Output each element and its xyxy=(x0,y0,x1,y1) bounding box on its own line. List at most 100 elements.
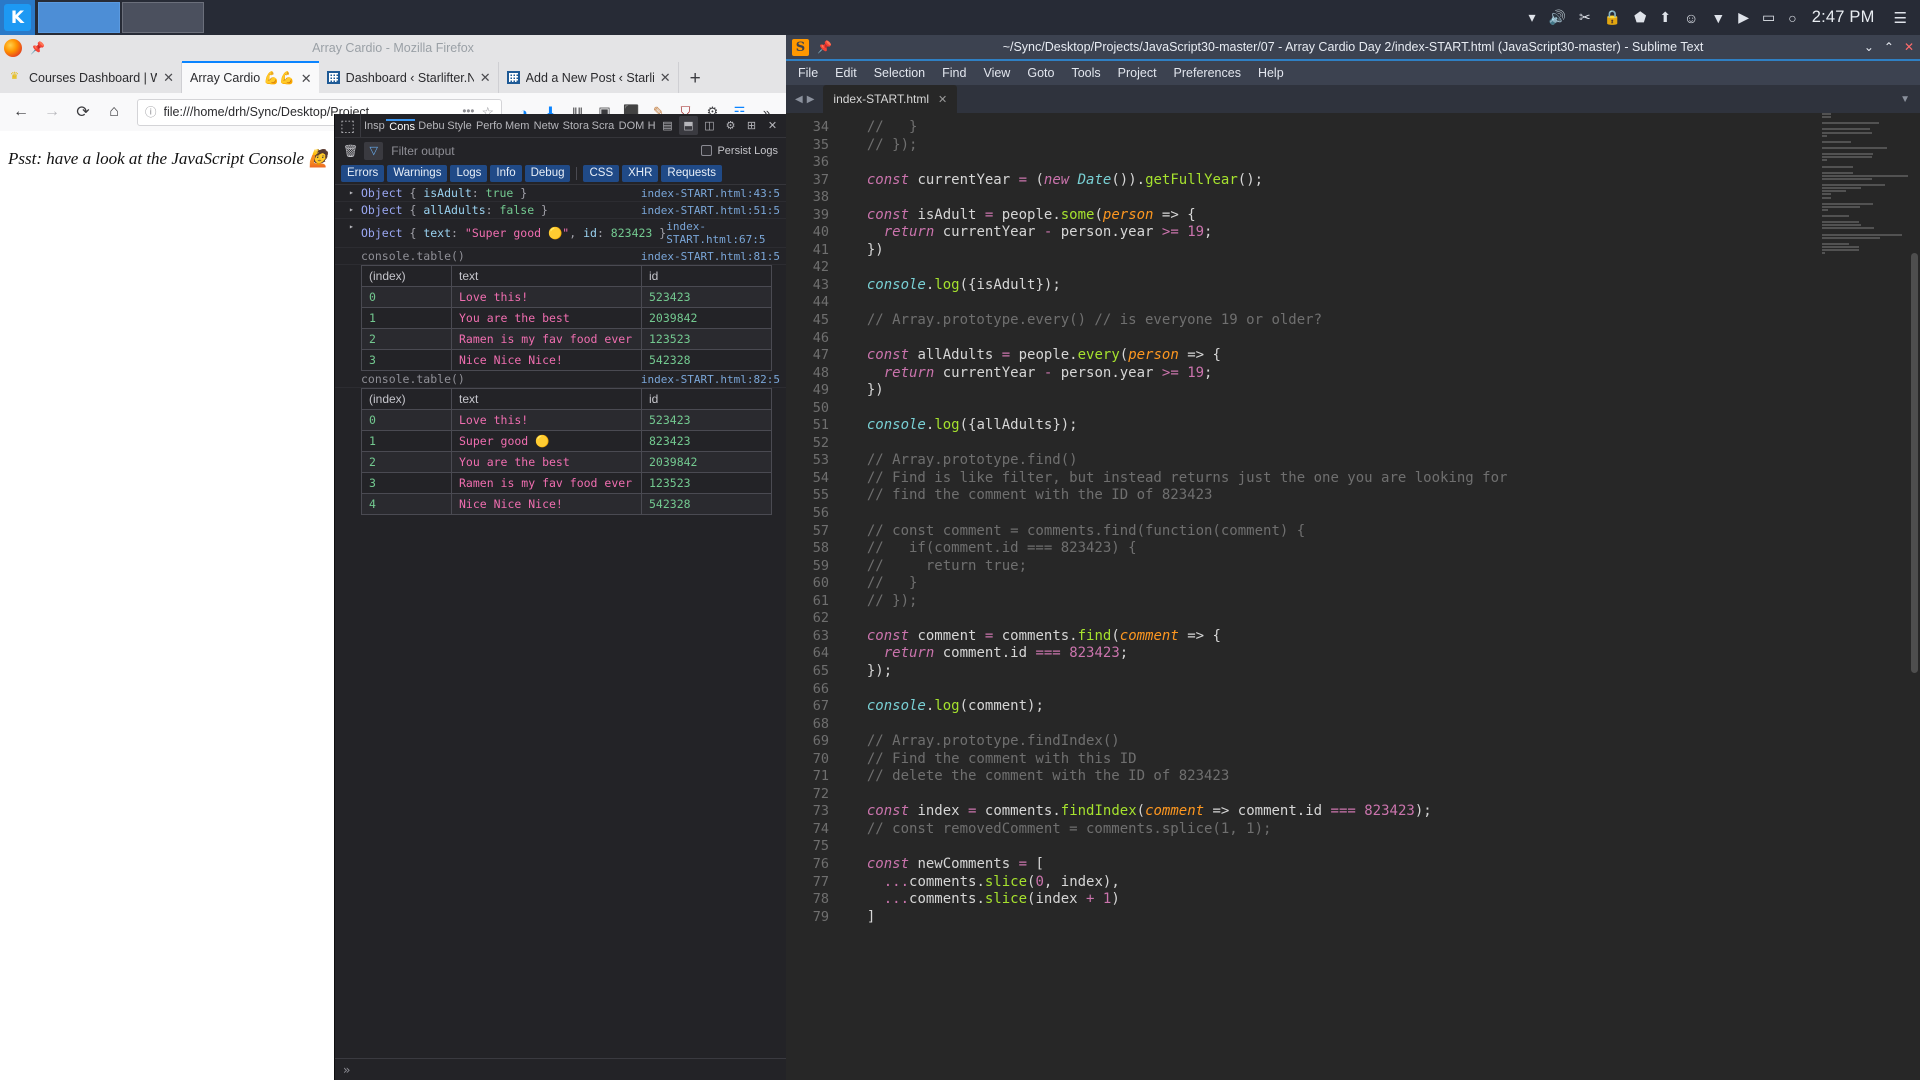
expand-arrow-icon[interactable]: ▸ xyxy=(349,188,354,197)
code-line[interactable] xyxy=(850,154,1920,172)
code-line[interactable]: }) xyxy=(850,242,1920,260)
code-line[interactable]: ...comments.slice(index + 1) xyxy=(850,891,1920,909)
console-log-source-link[interactable]: index-START.html:51:5 xyxy=(641,204,780,217)
expand-arrow-icon[interactable]: ▸ xyxy=(349,205,354,214)
code-line[interactable] xyxy=(850,400,1920,418)
tab-prev-icon[interactable]: ◀ xyxy=(795,94,803,105)
code-line[interactable] xyxy=(850,716,1920,734)
clock[interactable]: 2:47 PM xyxy=(1812,8,1875,27)
new-tab-button[interactable]: + xyxy=(679,68,712,93)
media-play-icon[interactable]: ▶ xyxy=(1738,9,1749,26)
console-filter-errors[interactable]: Errors xyxy=(341,164,385,183)
code-line[interactable]: // } xyxy=(850,119,1920,137)
code-line[interactable]: const isAdult = people.some(person => { xyxy=(850,207,1920,225)
code-line[interactable]: ...comments.slice(0, index), xyxy=(850,874,1920,892)
system-update-icon[interactable]: ⬆ xyxy=(1659,9,1671,26)
code-line[interactable]: const index = comments.findIndex(comment… xyxy=(850,803,1920,821)
console-command-input[interactable]: » xyxy=(335,1058,786,1080)
console-filter-info[interactable]: Info xyxy=(490,164,522,183)
console-log-source-link[interactable]: index-START.html:43:5 xyxy=(641,187,780,200)
code-line[interactable]: // return true; xyxy=(850,558,1920,576)
responsive-design-icon[interactable]: ▤ xyxy=(658,116,677,135)
browser-tab-close-icon[interactable]: ✕ xyxy=(660,71,671,84)
table-column-header[interactable]: (index) xyxy=(361,388,452,410)
code-line[interactable]: // Array.prototype.every() // is everyon… xyxy=(850,312,1920,330)
console-filter-css[interactable]: CSS xyxy=(583,164,620,183)
devtools-tab-performance[interactable]: Perfo xyxy=(473,119,502,133)
menu-file[interactable]: File xyxy=(798,66,818,80)
code-line[interactable]: }) xyxy=(850,382,1920,400)
code-line[interactable]: const currentYear = (new Date()).getFull… xyxy=(850,172,1920,190)
code-line[interactable] xyxy=(850,786,1920,804)
minimize-button[interactable]: ⌄ xyxy=(1864,40,1874,54)
browser-tab-1[interactable]: Array Cardio 💪💪 ✕ xyxy=(182,61,319,93)
dock-side-icon[interactable]: ◫ xyxy=(700,116,719,135)
menu-preferences[interactable]: Preferences xyxy=(1174,66,1241,80)
expand-arrow-icon[interactable]: ▸ xyxy=(349,222,354,231)
devtools-tab-dom[interactable]: DOM xyxy=(616,119,645,133)
taskbar-item-0[interactable] xyxy=(38,2,120,33)
console-table-source-link[interactable]: index-START.html:82:5 xyxy=(641,373,780,386)
code-line[interactable]: // }); xyxy=(850,593,1920,611)
emoji-icon[interactable]: ☺ xyxy=(1684,10,1698,26)
home-button[interactable]: ⌂ xyxy=(100,98,128,126)
panel-hamburger-icon[interactable]: ☰ xyxy=(1894,9,1907,27)
code-line[interactable]: ] xyxy=(850,909,1920,927)
element-picker-icon[interactable]: ⬚ xyxy=(335,114,361,137)
devtools-close-icon[interactable]: ✕ xyxy=(763,116,782,135)
code-line[interactable]: // Array.prototype.findIndex() xyxy=(850,733,1920,751)
devtools-tab-inspector[interactable]: Insp xyxy=(361,119,386,133)
editor-tab-index-start[interactable]: index-START.html ✕ xyxy=(823,85,958,113)
browser-tab-close-icon[interactable]: ✕ xyxy=(480,71,491,84)
code-line[interactable] xyxy=(850,681,1920,699)
console-log-row[interactable]: ▸ Object { isAdult: true } index-START.htm… xyxy=(335,185,786,202)
code-line[interactable]: // find the comment with the ID of 82342… xyxy=(850,487,1920,505)
menu-edit[interactable]: Edit xyxy=(835,66,857,80)
devtools-tab-scratchpad[interactable]: Scra xyxy=(589,119,616,133)
code-line[interactable]: // Array.prototype.find() xyxy=(850,452,1920,470)
code-line[interactable]: // const comment = comments.find(functio… xyxy=(850,523,1920,541)
table-column-header[interactable]: (index) xyxy=(361,265,452,287)
table-column-header[interactable]: id xyxy=(641,265,772,287)
code-line[interactable]: // Find the comment with this ID xyxy=(850,751,1920,769)
dropbox-icon[interactable]: ⬟ xyxy=(1634,9,1646,26)
code-line[interactable] xyxy=(850,259,1920,277)
code-line[interactable]: // Find is like filter, but instead retu… xyxy=(850,470,1920,488)
wifi-icon[interactable]: ▼ xyxy=(1711,10,1725,26)
console-output[interactable]: ▸ Object { isAdult: true } index-START.htm… xyxy=(335,184,786,1080)
devtools-settings-icon[interactable]: ⚙ xyxy=(721,116,740,135)
dock-bottom-icon[interactable]: ⬒ xyxy=(679,116,698,135)
console-filter-logs[interactable]: Logs xyxy=(450,164,488,183)
lock-icon[interactable]: 🔒 xyxy=(1604,9,1621,26)
console-filter-warnings[interactable]: Warnings xyxy=(387,164,448,183)
code-line[interactable]: console.log({isAdult}); xyxy=(850,277,1920,295)
code-line[interactable]: return currentYear - person.year >= 19; xyxy=(850,365,1920,383)
taskbar-item-1[interactable] xyxy=(122,2,204,33)
browser-tab-close-icon[interactable]: ✕ xyxy=(163,71,174,84)
browser-tab-3[interactable]: Add a New Post ‹ Starlifter.N ✕ xyxy=(499,62,679,93)
identity-info-icon[interactable]: ⓘ xyxy=(145,104,157,120)
code-line[interactable]: return comment.id === 823423; xyxy=(850,645,1920,663)
code-line[interactable]: const allAdults = people.every(person =>… xyxy=(850,347,1920,365)
persist-logs-toggle[interactable]: Persist Logs xyxy=(701,145,778,157)
table-column-header[interactable]: id xyxy=(641,388,772,410)
tray-expand-icon[interactable]: ▾ xyxy=(1529,9,1536,26)
code-line[interactable]: const comment = comments.find(comment =>… xyxy=(850,628,1920,646)
close-button[interactable]: ✕ xyxy=(1904,40,1914,54)
clear-console-icon[interactable]: 🗑 xyxy=(343,144,358,158)
code-line[interactable]: const newComments = [ xyxy=(850,856,1920,874)
tab-nav-arrows[interactable]: ◀ ▶ xyxy=(786,85,823,113)
devtools-split-icon[interactable]: ⊞ xyxy=(742,116,761,135)
table-column-header[interactable]: text xyxy=(451,388,642,410)
devtools-tab-http[interactable]: H xyxy=(645,119,658,133)
code-line[interactable] xyxy=(850,838,1920,856)
console-filter-requests[interactable]: Requests xyxy=(661,164,723,183)
code-line[interactable]: // delete the comment with the ID of 823… xyxy=(850,768,1920,786)
console-log-row[interactable]: ▸ Object { text: "Super good 🟡", id: 8234… xyxy=(335,219,786,248)
code-line[interactable]: console.log({allAdults}); xyxy=(850,417,1920,435)
devtools-tab-network[interactable]: Netw xyxy=(531,119,560,133)
code-line[interactable]: }); xyxy=(850,663,1920,681)
clipboard-icon[interactable]: ✂ xyxy=(1579,9,1591,26)
persist-logs-checkbox[interactable] xyxy=(701,145,713,156)
filter-funnel-icon[interactable]: ▽ xyxy=(364,141,384,160)
